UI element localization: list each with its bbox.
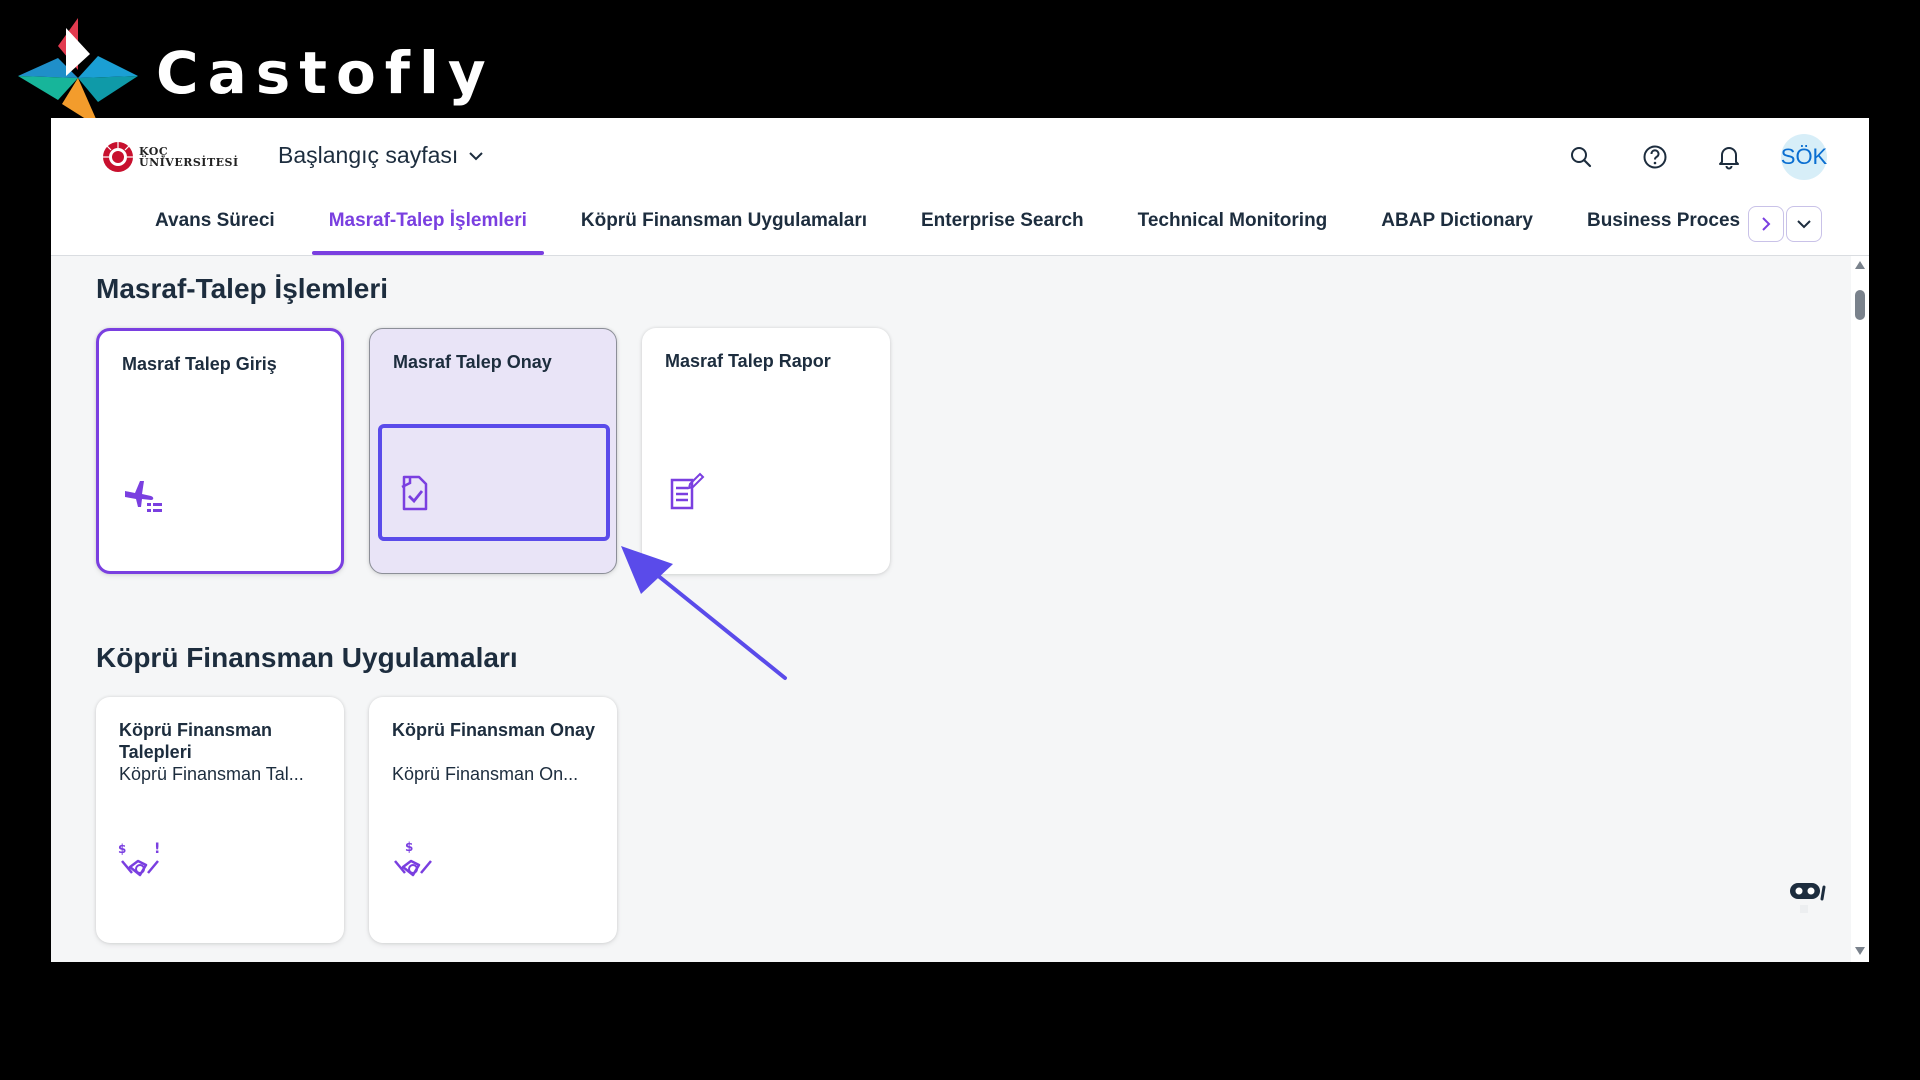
bell-icon — [1719, 147, 1739, 170]
koc-university-logo[interactable]: KOÇ ÜNİVERSİTESİ — [101, 140, 239, 174]
tab-bar: Avans Süreci Masraf-Talep İşlemleri Köpr… — [128, 186, 1800, 255]
koc-emblem-icon — [103, 142, 133, 172]
tile-kopru-finansman-talepleri[interactable]: Köprü Finansman Talepleri Köprü Finansma… — [96, 697, 344, 943]
logo-line-2: ÜNİVERSİTESİ — [139, 156, 239, 169]
document-check-icon — [401, 475, 428, 511]
tile-masraf-talep-rapor[interactable]: Masraf Talep Rapor — [642, 328, 890, 574]
shell-bar: KOÇ ÜNİVERSİTESİ Başlangıç sayfası SÖK A… — [51, 118, 1869, 256]
tab-avans-sureci[interactable]: Avans Süreci — [128, 186, 302, 255]
tab-overflow-menu-button[interactable] — [1786, 206, 1822, 242]
home-page-title: Başlangıç sayfası — [278, 142, 459, 168]
svg-text:$: $ — [405, 840, 413, 854]
tile-masraf-talep-onay[interactable]: Masraf Talep Onay — [369, 328, 617, 574]
tile-subtitle: Köprü Finansman Tal... — [119, 764, 304, 784]
search-button[interactable] — [1559, 135, 1603, 179]
scroll-up-icon[interactable] — [1854, 260, 1866, 270]
chevron-down-icon — [469, 151, 483, 160]
launchpad-content: Masraf-Talep İşlemleri Masraf Talep Giri… — [51, 256, 1869, 962]
tile-title: Köprü Finansman Talepleri — [119, 720, 273, 762]
tab-scroll-right-button[interactable] — [1748, 206, 1784, 242]
tab-masraf-talep-islemleri[interactable]: Masraf-Talep İşlemleri — [302, 186, 554, 255]
plane-list-icon — [125, 481, 162, 512]
tile-kopru-finansman-onay[interactable]: Köprü Finansman Onay Köprü Finansman On.… — [369, 697, 617, 943]
castofly-watermark — [18, 18, 138, 130]
tab-abap-dictionary[interactable]: ABAP Dictionary — [1354, 186, 1560, 255]
handshake-money-icon: $ ! — [118, 841, 160, 877]
tile-title: Masraf Talep Rapor — [665, 351, 831, 371]
vertical-scrollbar[interactable] — [1851, 256, 1869, 962]
section-title-masraf: Masraf-Talep İşlemleri — [96, 273, 389, 304]
help-button[interactable] — [1633, 135, 1677, 179]
section-title-kopru: Köprü Finansman Uygulamaları — [96, 642, 518, 673]
svg-text:$: $ — [118, 842, 126, 856]
tab-enterprise-search[interactable]: Enterprise Search — [894, 186, 1111, 255]
shell-actions: SÖK — [1559, 134, 1827, 180]
chevron-down-icon — [1797, 220, 1811, 229]
help-icon — [1643, 145, 1667, 169]
notifications-button[interactable] — [1707, 135, 1751, 179]
user-avatar[interactable]: SÖK — [1781, 134, 1827, 180]
tab-kopru-finansman[interactable]: Köprü Finansman Uygulamaları — [554, 186, 894, 255]
tile-title: Masraf Talep Giriş — [122, 354, 277, 374]
search-icon — [1571, 147, 1592, 168]
handshake-money-icon: $ — [394, 840, 432, 877]
assistant-icon[interactable] — [1786, 879, 1830, 919]
fiori-launchpad: KOÇ ÜNİVERSİTESİ Başlangıç sayfası SÖK A… — [51, 118, 1869, 962]
tile-title: Masraf Talep Onay — [393, 352, 552, 372]
castofly-brand-text: Castofly — [156, 39, 495, 107]
tab-business-process[interactable]: Business Proces — [1560, 186, 1767, 255]
tile-title: Köprü Finansman Onay — [392, 720, 596, 740]
home-page-dropdown[interactable]: Başlangıç sayfası — [278, 142, 484, 169]
tile-masraf-talep-giris[interactable]: Masraf Talep Giriş — [96, 328, 344, 574]
svg-text:!: ! — [154, 841, 160, 857]
annotation-arrow-icon — [621, 546, 787, 680]
scroll-down-icon[interactable] — [1854, 946, 1866, 956]
tab-technical-monitoring[interactable]: Technical Monitoring — [1111, 186, 1355, 255]
chevron-right-icon — [1762, 217, 1771, 231]
scroll-thumb[interactable] — [1855, 290, 1865, 320]
castofly-logo-icon — [18, 18, 138, 128]
document-edit-icon — [670, 472, 705, 510]
tile-subtitle: Köprü Finansman On... — [392, 764, 579, 784]
